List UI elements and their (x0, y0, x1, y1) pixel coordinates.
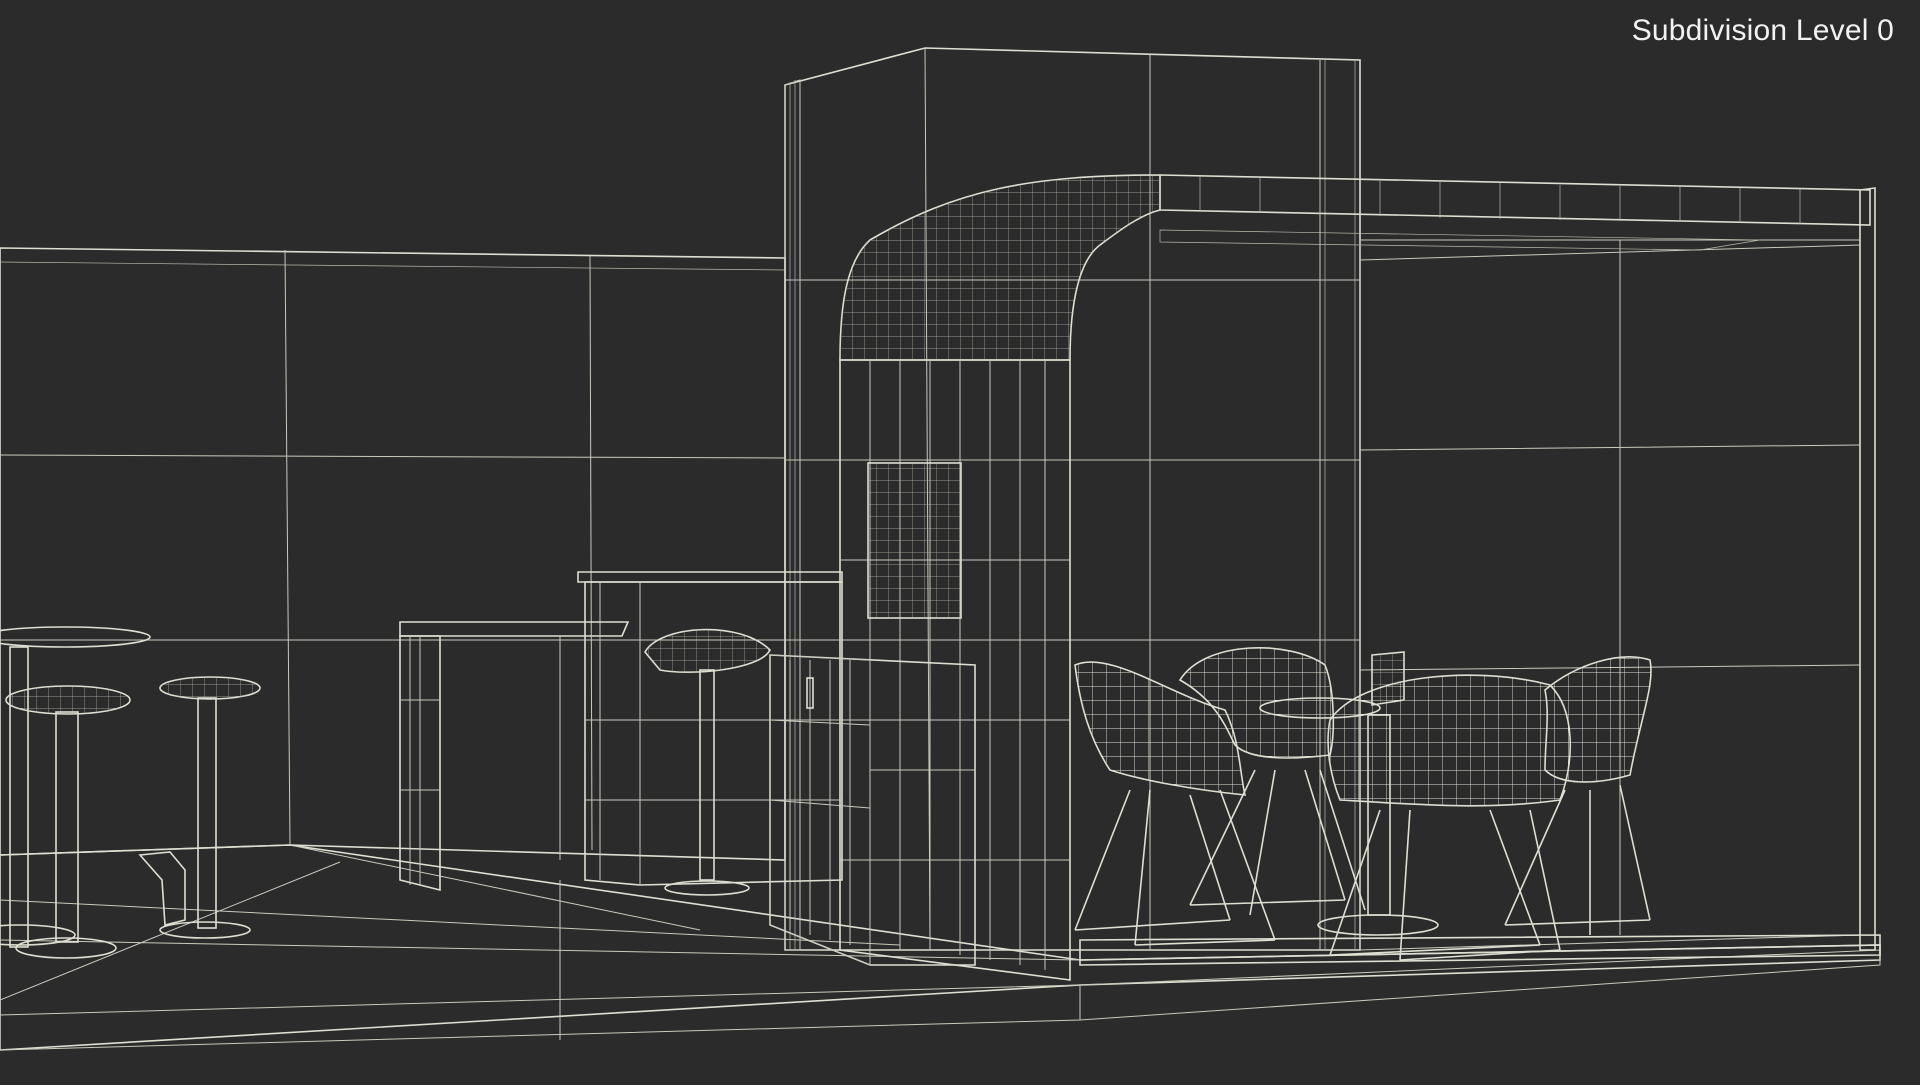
bar-stool (644, 628, 771, 896)
bar-stool (5, 685, 131, 959)
storage-cabinet (769, 654, 976, 966)
footrest (138, 851, 186, 927)
floor-platform (0, 844, 1881, 1051)
wireframe-scene (0, 47, 1881, 1051)
subdivision-level-label: Subdivision Level 0 (1631, 14, 1894, 47)
wall-panel (867, 462, 962, 619)
armchair (1327, 674, 1572, 961)
back-wall (0, 247, 786, 861)
bar-stool (159, 676, 261, 939)
bar-counter (577, 571, 843, 886)
round-bar-table (0, 626, 151, 948)
booth-right-enclosure (1079, 187, 1881, 966)
3d-viewport[interactable]: Subdivision Level 0 (0, 0, 1920, 1080)
